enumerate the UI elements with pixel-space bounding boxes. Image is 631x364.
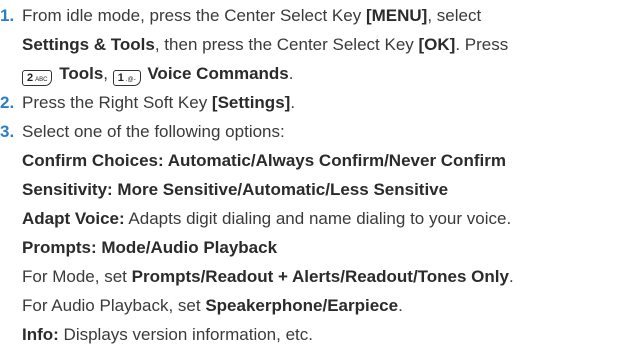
step-text: , select — [427, 6, 482, 25]
step-text: . — [288, 64, 294, 83]
prompts-mode-setting: For Mode, set Prompts/Readout + Alerts/R… — [22, 267, 514, 287]
step-text: . — [290, 93, 296, 112]
option-text: Prompts: Mode/Audio Playback — [22, 238, 278, 257]
step-text: Select one of the following options: — [22, 122, 285, 141]
tools-label: Tools — [59, 64, 104, 83]
option-description: . — [398, 296, 403, 315]
step-number: 1. — [0, 6, 15, 25]
step-1-line-1: 1. From idle mode, press the Center Selec… — [0, 6, 481, 26]
step-1-line-3: 2 ABC Tools, 1 .@- Voice Commands. — [22, 64, 293, 86]
step-text: From idle mode, press the Center Select … — [22, 6, 366, 25]
step-1-line-2: Settings & Tools, then press the Center … — [22, 35, 508, 55]
key-1-icon: 1 .@- — [112, 70, 141, 86]
step-number: 2. — [0, 93, 15, 112]
option-label: Info: — [22, 325, 59, 344]
mode-values: Prompts/Readout + Alerts/Readout/Tones O… — [131, 267, 509, 286]
key-2-icon: 2 ABC — [22, 70, 53, 86]
separator: , — [103, 64, 113, 83]
settings-tools-label: Settings & Tools — [22, 35, 155, 54]
option-description: Adapts digit dialing and name dialing to… — [124, 209, 512, 228]
menu-key-label: [MENU] — [365, 6, 428, 25]
step-2: 2. Press the Right Soft Key [Settings]. — [0, 93, 295, 113]
option-sensitivity: Sensitivity: More Sensitive/Automatic/Le… — [22, 180, 448, 200]
audio-values: Speakerphone/Earpiece — [205, 296, 399, 315]
prompts-audio-setting: For Audio Playback, set Speakerphone/Ear… — [22, 296, 403, 316]
option-text: Sensitivity: More Sensitive/Automatic/Le… — [22, 180, 449, 199]
option-description: For Mode, set — [22, 267, 132, 286]
step-text: , then press the Center Select Key — [154, 35, 419, 54]
option-description: Displays version information, etc. — [58, 325, 313, 344]
option-prompts: Prompts: Mode/Audio Playback — [22, 238, 277, 258]
option-info: Info: Displays version information, etc. — [22, 325, 313, 345]
option-adapt-voice: Adapt Voice: Adapts digit dialing and na… — [22, 209, 511, 229]
option-description: . — [508, 267, 514, 286]
option-confirm-choices: Confirm Choices: Automatic/Always Confir… — [22, 151, 506, 171]
step-text: Press the Right Soft Key — [22, 93, 212, 112]
voice-commands-label: Voice Commands — [147, 64, 289, 83]
step-number: 3. — [0, 122, 15, 141]
option-description: For Audio Playback, set — [22, 296, 206, 315]
step-3: 3. Select one of the following options: — [0, 122, 285, 142]
option-label: Adapt Voice: — [22, 209, 125, 228]
settings-key-label: [Settings] — [211, 93, 291, 112]
instructions-document: 1. From idle mode, press the Center Selec… — [0, 0, 631, 364]
ok-key-label: [OK] — [418, 35, 456, 54]
step-text: . Press — [455, 35, 509, 54]
option-text: Confirm Choices: Automatic/Always Confir… — [22, 151, 506, 170]
